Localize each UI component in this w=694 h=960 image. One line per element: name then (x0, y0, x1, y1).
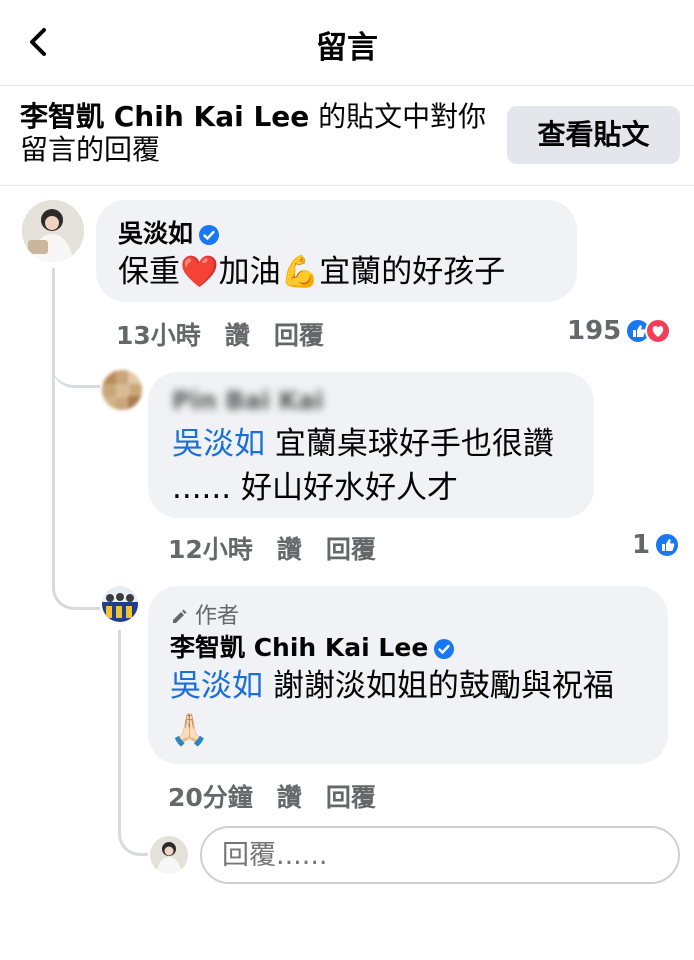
timestamp: 12小時 (168, 535, 253, 564)
thread-connector (52, 348, 100, 388)
thread-line (52, 268, 55, 548)
reply-bubble: Pin Bai Kai 吳淡如 宜蘭桌球好手也很讚 ...... 好山好水好人才 (148, 372, 594, 518)
avatar[interactable] (102, 370, 142, 410)
like-button[interactable]: 讚 (225, 321, 250, 350)
like-button[interactable]: 讚 (277, 535, 302, 564)
person-photo-icon (22, 200, 84, 262)
like-button[interactable]: 讚 (277, 783, 302, 812)
flexed-biceps-emoji: 💪 (280, 254, 320, 290)
reply-button[interactable]: 回覆 (326, 535, 376, 564)
author-reply-text: 吳淡如 謝謝淡如姐的鼓勵與祝福🙏🏻 (170, 668, 614, 748)
page-title: 留言 (316, 30, 378, 66)
avatar[interactable] (102, 586, 138, 622)
blurred-commenter-name[interactable]: Pin Bai Kai (172, 386, 323, 415)
comment-bubble: 吳淡如 保重❤️加油💪宜蘭的好孩子 (96, 200, 577, 302)
view-post-button[interactable]: 查看貼文 (507, 106, 680, 164)
reply-button[interactable]: 回覆 (326, 783, 376, 812)
comment-actions: 13小時讚回覆 (116, 316, 348, 352)
mention-link[interactable]: 吳淡如 (170, 668, 263, 704)
thread-line (118, 630, 121, 820)
comment-text: 保重❤️加油💪宜蘭的好孩子 (118, 254, 506, 290)
context-text: 李智凱 Chih Kai Lee 的貼文中對你留言的回覆 (20, 100, 490, 166)
like-reaction-icon (654, 532, 681, 558)
blurred-profile-icon (102, 370, 142, 410)
current-user-avatar (150, 836, 188, 874)
verified-icon (199, 225, 220, 245)
author-name[interactable]: 李智凱 Chih Kai Lee (170, 628, 455, 664)
commenter-name[interactable]: 吳淡如 (118, 214, 220, 250)
reply-input[interactable] (200, 826, 680, 884)
comment-actions: 20分鐘讚回覆 (168, 778, 400, 814)
author-badge: 作者 (170, 598, 239, 630)
reaction-summary[interactable]: 195 (567, 316, 672, 346)
mention-link[interactable]: 吳淡如 (172, 426, 265, 462)
love-reaction-icon (645, 318, 672, 344)
avatar[interactable] (22, 200, 84, 262)
post-author[interactable]: 李智凱 Chih Kai Lee (20, 100, 309, 133)
folded-hands-emoji: 🙏🏻 (170, 712, 209, 748)
verified-icon (434, 639, 455, 659)
pencil-icon (173, 609, 187, 623)
reaction-count: 1 (632, 530, 651, 560)
author-photo-icon (102, 586, 138, 622)
reaction-summary[interactable]: 1 (632, 530, 681, 560)
reaction-count: 195 (567, 316, 622, 346)
thread-connector (52, 548, 100, 610)
timestamp: 13小時 (116, 321, 201, 350)
top-bar: 留言 (0, 0, 694, 86)
reply-button[interactable]: 回覆 (274, 321, 324, 350)
person-photo-icon (150, 836, 188, 874)
timestamp: 20分鐘 (168, 783, 253, 812)
thread-connector (118, 810, 148, 856)
author-reply-bubble: 作者 李智凱 Chih Kai Lee 吳淡如 謝謝淡如姐的鼓勵與祝福🙏🏻 (148, 586, 668, 764)
reply-text: 吳淡如 宜蘭桌球好手也很讚 ...... 好山好水好人才 (172, 426, 554, 506)
heart-emoji: ❤️ (180, 254, 219, 290)
comment-actions: 12小時讚回覆 (168, 530, 400, 566)
